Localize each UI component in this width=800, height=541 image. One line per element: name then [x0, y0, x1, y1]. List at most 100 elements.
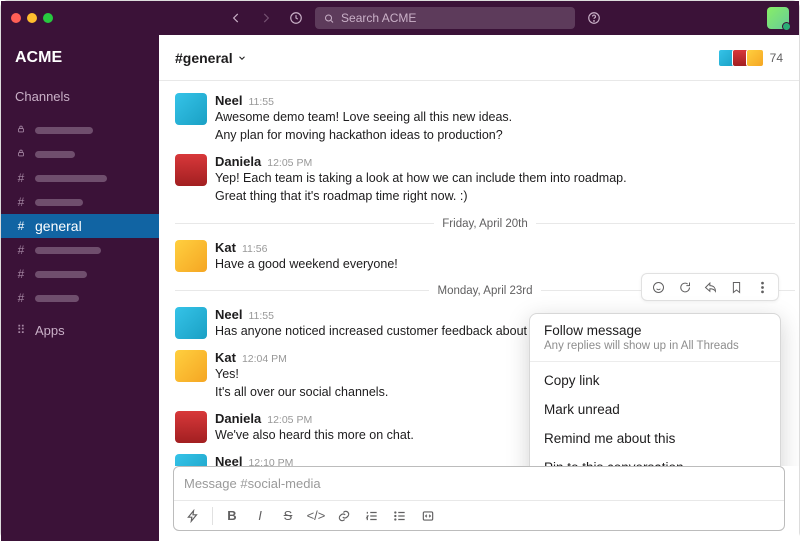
codeblock-button[interactable] [415, 504, 441, 528]
author-name[interactable]: Neel [215, 93, 242, 108]
sidebar-item-channel-3[interactable]: # [1, 238, 159, 262]
format-toolbar: B I S </> [174, 500, 784, 530]
menu-item-label: Copy link [544, 373, 600, 388]
menu-item-mark-unread[interactable]: Mark unread [530, 395, 780, 424]
italic-button[interactable]: I [247, 504, 273, 528]
message-list: Neel11:55Awesome demo team! Love seeing … [159, 81, 799, 466]
channel-name-button[interactable]: #general [175, 50, 247, 66]
redacted-label [35, 247, 101, 254]
avatar[interactable] [175, 454, 207, 466]
timestamp: 11:56 [242, 243, 268, 255]
timestamp: 12:10 PM [248, 457, 293, 466]
sidebar-item-channel-4[interactable]: # [1, 262, 159, 286]
hash-icon: # [15, 291, 27, 305]
hash-icon: # [15, 219, 27, 233]
link-button[interactable] [331, 504, 357, 528]
menu-item-label: Follow message [544, 323, 766, 338]
date-divider: Friday, April 20th [175, 218, 795, 230]
maximize-window-icon[interactable] [43, 13, 53, 23]
thread-button[interactable] [672, 275, 696, 299]
nav-forward-button[interactable] [255, 7, 277, 29]
redacted-label [35, 151, 75, 158]
message-text: Have a good weekend everyone! [215, 255, 398, 273]
bookmark-button[interactable] [724, 275, 748, 299]
timestamp: 11:55 [248, 96, 274, 108]
channels-section-header[interactable]: Channels [1, 83, 159, 110]
menu-item-remind[interactable]: Remind me about this [530, 424, 780, 453]
author-name[interactable]: Kat [215, 240, 236, 255]
timestamp: 12:05 PM [267, 157, 312, 169]
date-label: Friday, April 20th [442, 218, 527, 230]
hash-icon: # [15, 267, 27, 281]
hash-icon: # [15, 243, 27, 257]
member-avatars [722, 49, 764, 67]
share-button[interactable] [698, 275, 722, 299]
message-text: Awesome demo team! Love seeing all this … [215, 108, 512, 126]
author-name[interactable]: Daniela [215, 154, 261, 169]
search-icon [323, 12, 335, 25]
redacted-label [35, 127, 93, 134]
message-text: We've also heard this more on chat. [215, 426, 414, 444]
ordered-list-button[interactable] [359, 504, 385, 528]
sidebar-item-channel-5[interactable]: # [1, 286, 159, 310]
more-actions-button[interactable] [750, 275, 774, 299]
search-box[interactable] [315, 7, 575, 29]
menu-item-copy-link[interactable]: Copy link [530, 366, 780, 395]
strike-button[interactable]: S [275, 504, 301, 528]
author-name[interactable]: Neel [215, 307, 242, 322]
channel-name: #general [175, 50, 233, 66]
hash-icon: # [15, 195, 27, 209]
sidebar-item-label: Apps [35, 323, 65, 338]
redacted-label [35, 199, 83, 206]
help-button[interactable] [583, 7, 605, 29]
react-button[interactable] [646, 275, 670, 299]
shortcuts-button[interactable] [180, 504, 206, 528]
member-count: 74 [770, 51, 783, 65]
message-hover-actions [641, 273, 779, 301]
message-context-menu: Follow message Any replies will show up … [529, 313, 781, 466]
main-panel: #general 74 Neel11:55Awesome demo team! … [159, 35, 799, 541]
sidebar-item-apps[interactable]: ⠿Apps [1, 318, 159, 342]
menu-item-follow[interactable]: Follow message Any replies will show up … [530, 314, 780, 361]
window-controls [11, 13, 53, 23]
message[interactable]: Daniela12:05 PMYep! Each team is taking … [175, 150, 795, 211]
author-name[interactable]: Neel [215, 454, 242, 466]
message-input[interactable] [174, 467, 784, 500]
avatar[interactable] [175, 93, 207, 125]
sidebar-item-private-1[interactable] [1, 118, 159, 142]
timestamp: 12:05 PM [267, 414, 312, 426]
avatar[interactable] [175, 154, 207, 186]
history-button[interactable] [285, 7, 307, 29]
timestamp: 11:55 [248, 310, 274, 322]
channel-members[interactable]: 74 [722, 49, 783, 67]
workspace-name[interactable]: ACME [1, 45, 159, 83]
author-name[interactable]: Daniela [215, 411, 261, 426]
avatar[interactable] [175, 350, 207, 382]
message[interactable]: Neel 11:55Awesome demo team! Love seeing … [175, 89, 795, 150]
user-avatar[interactable] [767, 7, 789, 29]
menu-item-pin[interactable]: Pin to this conversation ... [530, 453, 780, 466]
composer-area: B I S </> [159, 466, 799, 541]
menu-item-label: Pin to this conversation ... [544, 460, 699, 466]
search-input[interactable] [341, 11, 567, 25]
chevron-down-icon [237, 53, 247, 63]
avatar[interactable] [175, 240, 207, 272]
minimize-window-icon[interactable] [27, 13, 37, 23]
bullet-list-button[interactable] [387, 504, 413, 528]
avatar[interactable] [175, 411, 207, 443]
avatar[interactable] [175, 307, 207, 339]
date-label: Monday, April 23rd [437, 285, 532, 297]
sidebar-item-channel-1[interactable]: # [1, 166, 159, 190]
sidebar-item-channel-2[interactable]: # [1, 190, 159, 214]
redacted-label [35, 175, 107, 182]
sidebar-item-private-2[interactable] [1, 142, 159, 166]
sidebar-item-general[interactable]: # general [1, 214, 159, 238]
message-composer[interactable]: B I S </> [173, 466, 785, 531]
close-window-icon[interactable] [11, 13, 21, 23]
author-name[interactable]: Kat [215, 350, 236, 365]
code-button[interactable]: </> [303, 504, 329, 528]
sidebar-item-label: general [35, 218, 82, 234]
message-text: It's all over our social channels. [215, 383, 388, 401]
nav-back-button[interactable] [225, 7, 247, 29]
bold-button[interactable]: B [219, 504, 245, 528]
